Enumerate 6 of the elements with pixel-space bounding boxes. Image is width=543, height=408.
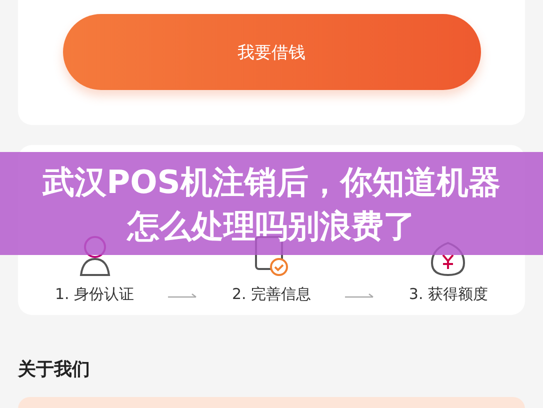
step-label: 1. 身份认证 bbox=[54, 285, 134, 304]
borrow-button[interactable]: 我要借钱 bbox=[62, 14, 480, 90]
banner-title: 武汉POS机注销后，你知道机器怎么处理吗别浪费了 bbox=[41, 162, 502, 246]
step-label: 3. 获得额度 bbox=[408, 285, 488, 304]
step-label: 2. 完善信息 bbox=[232, 285, 312, 304]
section-heading: 关于我们 bbox=[18, 358, 91, 381]
